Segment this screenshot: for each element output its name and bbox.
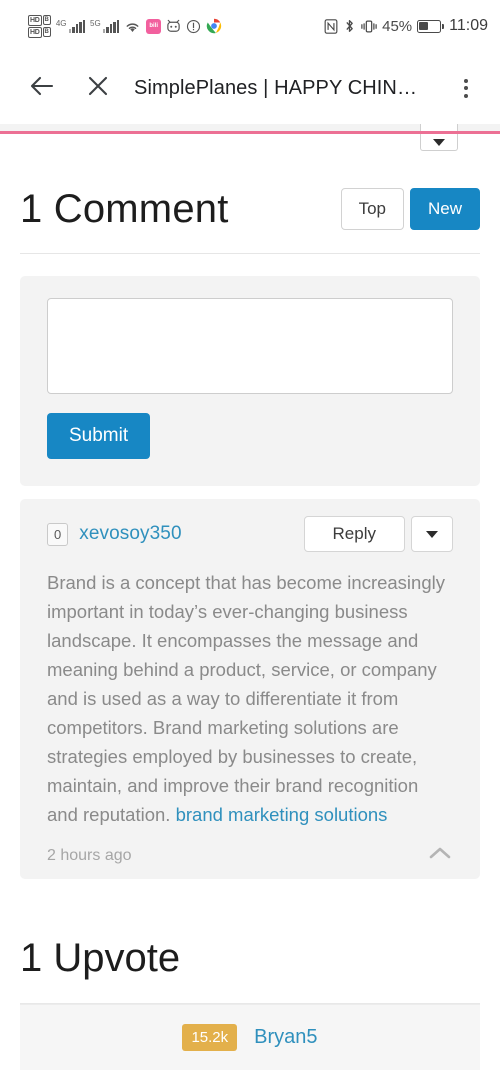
upvotes-title: 1 Upvote [20,936,181,980]
chrome-icon [206,18,222,34]
hd-label-2: HD [28,26,42,38]
sort-top-button[interactable]: Top [340,188,404,230]
comment-sort-group: Top New [340,188,480,230]
network-4g-label: 4G [55,18,67,28]
comment-score-badge: 0 [47,522,69,546]
comment-body-text: Brand is a concept that has become incre… [47,572,445,825]
kebab-menu-icon [464,78,468,98]
bluetooth-icon [343,18,356,34]
bilibili-app-icon: bili [146,18,162,34]
signal-bars-4g [68,19,86,33]
hd-sub-label: B [42,15,51,25]
comment-form-card: Submit [20,276,480,486]
comments-divider [20,253,480,254]
hd-sub-label-2: B [42,27,51,37]
submit-button[interactable]: Submit [47,413,151,459]
browser-toolbar: SimplePlanes | HAPPY CHIN… [0,52,500,124]
comment-body: Brand is a concept that has become incre… [47,568,453,829]
back-button[interactable] [22,68,62,108]
network-5g-label: 5G [90,18,101,28]
arrow-left-icon [29,73,55,104]
signal-5g-icon: 5G [90,18,120,33]
chevron-up-icon [429,847,451,864]
info-circle-icon [186,19,201,34]
comment-input[interactable] [47,298,453,394]
reply-button[interactable]: Reply [303,516,405,552]
sort-new-button[interactable]: New [409,188,480,230]
comment-timestamp: 2 hours ago [47,846,132,864]
hd-label: HD [28,14,42,26]
status-bar: HD B HD B 4G 5G bili 45% 11:09 [0,0,500,52]
battery-icon [417,19,444,33]
caret-down-icon [426,530,438,538]
signal-4g-icon: 4G [55,18,86,33]
comment-item: 0 xevosoy350 Reply Brand is a concept th… [20,499,480,879]
upvoter-list-item[interactable]: 15.2k Bryan5 [20,1004,480,1070]
clock-label: 11:09 [449,17,488,34]
partial-dropdown-button[interactable] [420,124,458,151]
status-bar-left: HD B HD B 4G 5G bili [28,14,222,38]
comments-title: 1 Comment [20,187,229,231]
battery-percent-label: 45% [382,17,413,35]
close-icon [86,74,110,103]
upvoter-points-badge: 15.2k [182,1024,238,1051]
upvoter-username-link[interactable]: Bryan5 [254,1026,317,1049]
page-scroll-area[interactable]: 1 Comment Top New Submit 0 xevosoy350 Re… [0,124,500,1083]
comment-author-link[interactable]: xevosoy350 [79,523,181,545]
comments-section-header: 1 Comment Top New [20,124,480,232]
bilibili-label: bili [149,23,159,29]
comment-footer: 2 hours ago [47,846,453,865]
page-title: SimplePlanes | HAPPY CHIN… [134,76,418,99]
signal-bars-5g [102,19,120,33]
comment-actions: Reply [303,516,453,552]
caret-down-icon [433,139,445,146]
vibrate-icon [361,19,377,34]
comment-collapse-button[interactable] [429,846,453,865]
tv-app-icon [166,19,181,33]
status-bar-right: 45% 11:09 [324,17,488,35]
page-progress-line [0,131,500,134]
comment-body-link[interactable]: brand marketing solutions [176,804,388,825]
hd-voice-stack-icon: HD B HD B [28,14,51,38]
wifi-icon [124,19,141,33]
overflow-menu-button[interactable] [446,68,486,108]
nfc-icon [324,18,338,34]
comment-header: 0 xevosoy350 Reply [47,516,453,552]
page-content: 1 Comment Top New Submit 0 xevosoy350 Re… [0,124,500,1004]
upvotes-section-header: 1 Upvote [20,879,480,981]
close-button[interactable] [78,68,118,108]
comment-more-button[interactable] [411,516,453,552]
